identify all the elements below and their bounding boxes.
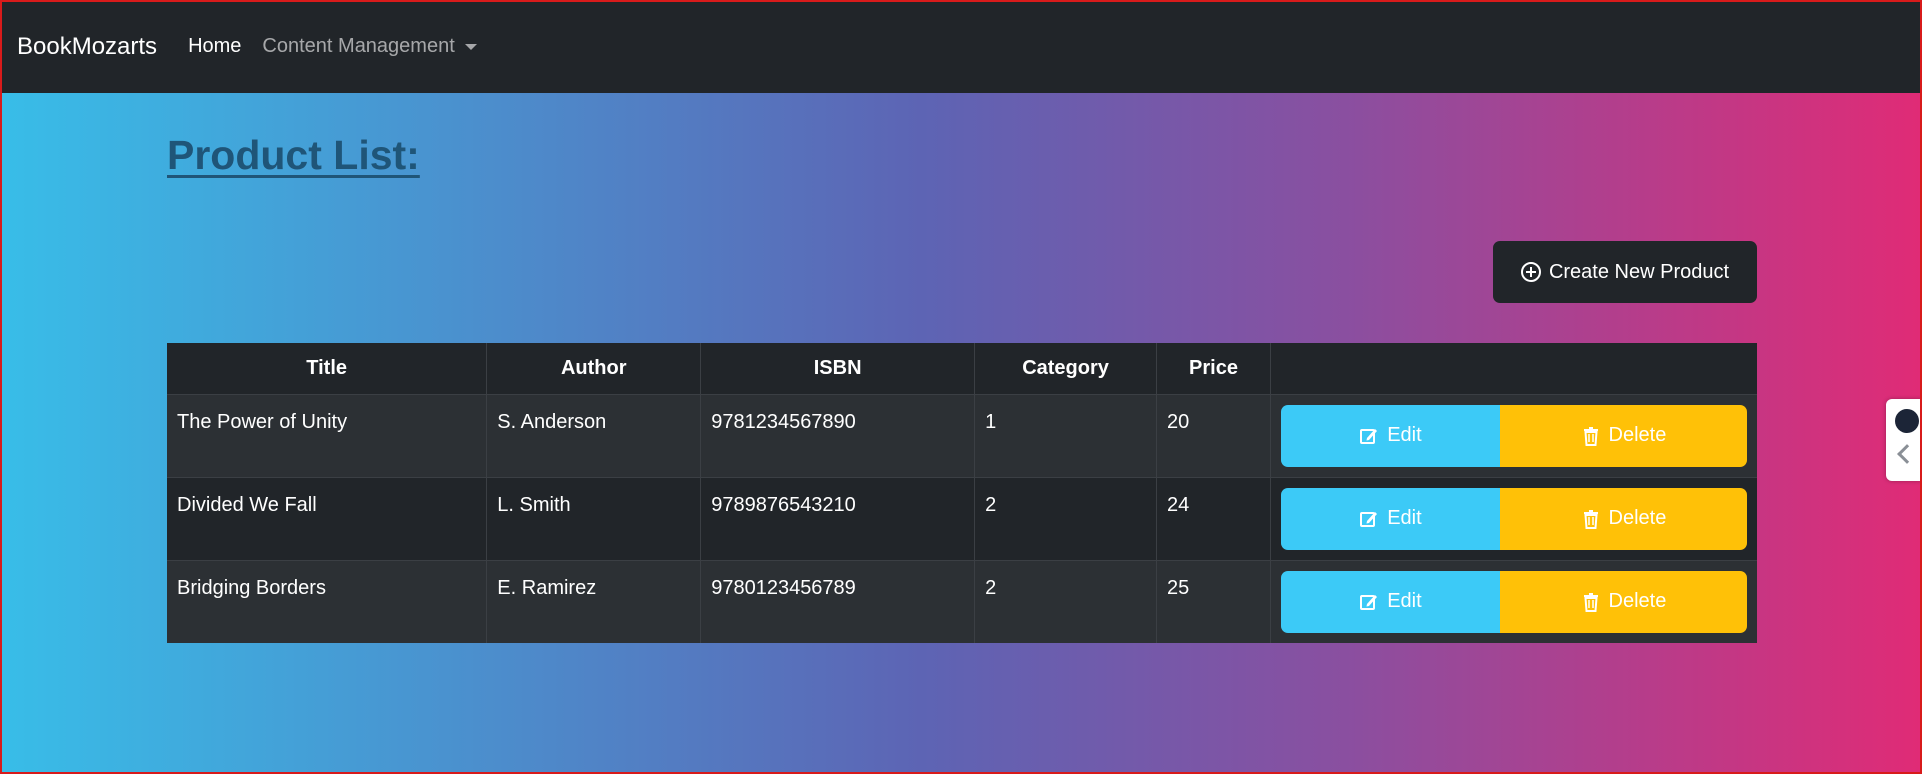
create-button-label: Create New Product bbox=[1548, 260, 1730, 283]
header-author: Author bbox=[486, 343, 702, 394]
delete-label: Delete bbox=[1608, 507, 1667, 529]
row-action-group: Edit Delete bbox=[1280, 570, 1747, 633]
cell-category: 2 bbox=[974, 476, 1158, 560]
cell-author: L. Smith bbox=[486, 476, 702, 560]
cell-actions: Edit Delete bbox=[1270, 393, 1757, 477]
cell-isbn: 9781234567890 bbox=[700, 393, 976, 477]
cell-price: 20 bbox=[1156, 393, 1271, 477]
row-action-group: Edit Delete bbox=[1280, 404, 1747, 467]
edit-label: Edit bbox=[1387, 507, 1422, 529]
cell-category: 2 bbox=[974, 559, 1158, 643]
delete-label: Delete bbox=[1608, 424, 1667, 446]
cell-price: 24 bbox=[1156, 476, 1271, 560]
cell-isbn: 9789876543210 bbox=[700, 476, 976, 560]
extension-icon[interactable] bbox=[1895, 409, 1919, 433]
edit-button[interactable]: Edit bbox=[1280, 487, 1500, 550]
header-isbn: ISBN bbox=[700, 343, 976, 394]
create-new-product-button[interactable]: Create New Product bbox=[1493, 241, 1757, 303]
pencil-square-icon bbox=[1360, 594, 1378, 610]
product-table: Title Author ISBN Category Price The Pow… bbox=[167, 343, 1757, 643]
pencil-square-icon bbox=[1360, 511, 1378, 527]
edit-button[interactable]: Edit bbox=[1280, 404, 1500, 467]
cell-title: Bridging Borders bbox=[167, 559, 488, 643]
table-header-row: Title Author ISBN Category Price bbox=[167, 343, 1757, 394]
delete-label: Delete bbox=[1608, 590, 1667, 612]
header-actions bbox=[1270, 343, 1757, 394]
nav-home[interactable]: Home bbox=[188, 35, 241, 58]
row-action-group: Edit Delete bbox=[1280, 487, 1747, 550]
header-category: Category bbox=[974, 343, 1158, 394]
trash-icon bbox=[1583, 592, 1598, 612]
table-row: The Power of Unity S. Anderson 978123456… bbox=[167, 393, 1757, 477]
navbar: BookMozarts Home Content Management bbox=[0, 0, 1922, 93]
pencil-square-icon bbox=[1360, 428, 1378, 444]
page-title: Product List: bbox=[167, 132, 420, 178]
header-title: Title bbox=[167, 343, 488, 394]
table-row: Bridging Borders E. Ramirez 978012345678… bbox=[167, 559, 1757, 643]
plus-circle-icon bbox=[1520, 262, 1541, 282]
edit-button[interactable]: Edit bbox=[1280, 570, 1500, 633]
cell-title: Divided We Fall bbox=[167, 476, 488, 560]
edit-label: Edit bbox=[1387, 590, 1422, 612]
delete-button[interactable]: Delete bbox=[1499, 404, 1747, 467]
trash-icon bbox=[1583, 509, 1598, 529]
edit-label: Edit bbox=[1387, 424, 1422, 446]
delete-button[interactable]: Delete bbox=[1499, 570, 1747, 633]
caret-down-icon bbox=[464, 43, 477, 50]
cell-actions: Edit Delete bbox=[1270, 559, 1757, 643]
nav-content-management-label: Content Management bbox=[262, 35, 455, 57]
cell-title: The Power of Unity bbox=[167, 393, 488, 477]
chevron-left-icon[interactable] bbox=[1897, 444, 1917, 464]
cell-author: E. Ramirez bbox=[486, 559, 702, 643]
cell-isbn: 9780123456789 bbox=[700, 559, 976, 643]
delete-button[interactable]: Delete bbox=[1499, 487, 1747, 550]
table-row: Divided We Fall L. Smith 9789876543210 2… bbox=[167, 476, 1757, 560]
cell-price: 25 bbox=[1156, 559, 1271, 643]
nav-content-management-dropdown[interactable]: Content Management bbox=[262, 35, 477, 58]
trash-icon bbox=[1583, 426, 1598, 446]
brand-link[interactable]: BookMozarts bbox=[17, 33, 157, 61]
cell-author: S. Anderson bbox=[486, 393, 702, 477]
side-panel-toggle[interactable] bbox=[1886, 399, 1922, 481]
header-price: Price bbox=[1156, 343, 1271, 394]
cell-category: 1 bbox=[974, 393, 1158, 477]
cell-actions: Edit Delete bbox=[1270, 476, 1757, 560]
